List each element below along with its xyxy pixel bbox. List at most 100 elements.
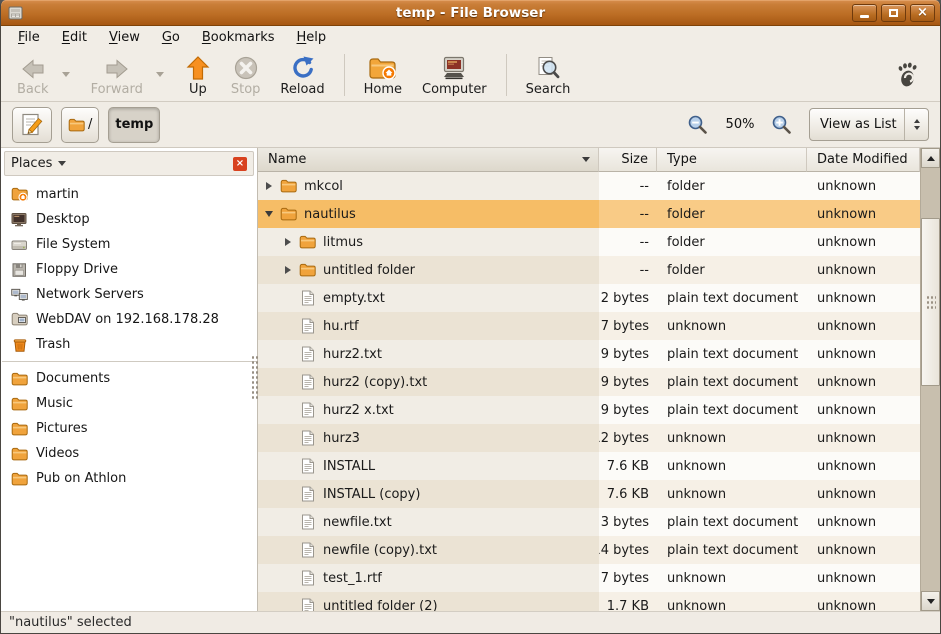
- file-date-modified: unknown: [807, 452, 920, 480]
- close-icon: ×: [917, 6, 928, 19]
- home-button[interactable]: Home: [354, 50, 412, 100]
- menu-bookmarks[interactable]: Bookmarks: [191, 28, 286, 47]
- file-name: INSTALL: [323, 459, 375, 474]
- sidebar-item-videos[interactable]: Videos: [1, 441, 257, 466]
- menu-file[interactable]: File: [7, 28, 51, 47]
- sidebar-item-trash[interactable]: Trash: [1, 332, 257, 357]
- forward-dropdown-button[interactable]: [153, 50, 167, 100]
- search-button[interactable]: Search: [516, 50, 581, 100]
- stop-button[interactable]: Stop: [221, 50, 271, 100]
- file-type: plain text document: [657, 340, 807, 368]
- sidebar-item-music[interactable]: Music: [1, 391, 257, 416]
- sidebar-item-documents[interactable]: Documents: [1, 366, 257, 391]
- scroll-up-button[interactable]: [921, 148, 940, 168]
- throbber: [894, 58, 922, 92]
- file-date-modified: unknown: [807, 368, 920, 396]
- sidebar-item-martin[interactable]: martin: [1, 182, 257, 207]
- titlebar[interactable]: temp - File Browser ×: [1, 0, 940, 26]
- expander-closed-icon[interactable]: [281, 266, 295, 274]
- column-header-date-modified[interactable]: Date Modified: [807, 148, 920, 172]
- menu-view[interactable]: View: [98, 28, 151, 47]
- file-icon: [298, 374, 317, 390]
- view-mode-select[interactable]: View as List: [809, 108, 929, 141]
- reload-button[interactable]: Reload: [270, 50, 334, 100]
- file-row-newfile-txt[interactable]: newfile.txt3 bytesplain text documentunk…: [258, 508, 920, 536]
- column-header-type[interactable]: Type: [657, 148, 807, 172]
- folder-icon: [279, 179, 298, 193]
- file-row-test-1-rtf[interactable]: test_1.rtf7 bytesunknownunknown: [258, 564, 920, 592]
- maximize-icon: [889, 9, 898, 17]
- sort-descending-icon: [582, 157, 590, 162]
- name-cell: hurz2 x.txt: [258, 396, 599, 424]
- sidebar-item-desktop[interactable]: Desktop: [1, 207, 257, 232]
- column-header-name[interactable]: Name: [258, 148, 599, 172]
- zoom-out-button[interactable]: [686, 113, 710, 137]
- expander-closed-icon[interactable]: [262, 182, 276, 190]
- file-name: hurz2 x.txt: [323, 403, 394, 418]
- file-row-untitled-folder[interactable]: untitled folder--folderunknown: [258, 256, 920, 284]
- path-root-label: /: [88, 117, 92, 132]
- forward-button[interactable]: Forward: [81, 50, 153, 100]
- file-row-hurz2-txt[interactable]: hurz2.txt9 bytesplain text documentunkno…: [258, 340, 920, 368]
- column-header-size[interactable]: Size: [599, 148, 657, 172]
- home-label: Home: [364, 82, 402, 97]
- close-sidebar-button[interactable]: ×: [233, 157, 247, 171]
- file-type: unknown: [657, 564, 807, 592]
- file-type: plain text document: [657, 508, 807, 536]
- up-button[interactable]: Up: [175, 50, 221, 100]
- sidebar-item-file-system[interactable]: File System: [1, 232, 257, 257]
- sidebar-item-webdav-on-192-168-178-28[interactable]: WebDAV on 192.168.178.28: [1, 307, 257, 332]
- file-name: nautilus: [304, 207, 356, 222]
- menu-go[interactable]: Go: [151, 28, 191, 47]
- zoom-out-icon: [687, 114, 709, 136]
- file-row-install-copy-[interactable]: INSTALL (copy)7.6 KBunknownunknown: [258, 480, 920, 508]
- zoom-in-button[interactable]: [770, 113, 794, 137]
- path-root-button[interactable]: /: [61, 107, 99, 143]
- file-row-untitled-folder-2-[interactable]: untitled folder (2)1.7 KBunknownunknown: [258, 592, 920, 611]
- menubar: FileEditViewGoBookmarksHelp: [1, 26, 940, 48]
- minimize-icon: [860, 15, 869, 18]
- file-row-mkcol[interactable]: mkcol--folderunknown: [258, 172, 920, 200]
- expander-open-icon[interactable]: [262, 211, 276, 217]
- sidebar-item-label: martin: [36, 187, 79, 202]
- file-row-hurz2-copy-txt[interactable]: hurz2 (copy).txt9 bytesplain text docume…: [258, 368, 920, 396]
- back-button[interactable]: Back: [7, 50, 59, 100]
- toolbar-separator: [344, 54, 345, 96]
- file-row-hurz3[interactable]: hurz312 bytesunknownunknown: [258, 424, 920, 452]
- minimize-button[interactable]: [852, 4, 877, 22]
- file-name: newfile (copy).txt: [323, 543, 437, 558]
- computer-button[interactable]: Computer: [412, 50, 497, 100]
- menu-edit[interactable]: Edit: [51, 28, 98, 47]
- sidebar-item-pictures[interactable]: Pictures: [1, 416, 257, 441]
- file-row-hurz2-x-txt[interactable]: hurz2 x.txt9 bytesplain text documentunk…: [258, 396, 920, 424]
- sidebar-item-floppy-drive[interactable]: Floppy Drive: [1, 257, 257, 282]
- name-cell: test_1.rtf: [258, 564, 599, 592]
- file-name: litmus: [323, 235, 363, 250]
- file-size: 7.6 KB: [599, 480, 657, 508]
- sidebar-item-network-servers[interactable]: Network Servers: [1, 282, 257, 307]
- file-row-empty-txt[interactable]: empty.txt2 bytesplain text documentunkno…: [258, 284, 920, 312]
- file-row-hu-rtf[interactable]: hu.rtf7 bytesunknownunknown: [258, 312, 920, 340]
- pane-resize-handle[interactable]: [250, 354, 258, 400]
- path-current-button[interactable]: temp: [108, 107, 160, 143]
- vertical-scrollbar[interactable]: [920, 148, 940, 611]
- up-label: Up: [189, 82, 207, 97]
- back-dropdown-button[interactable]: [59, 50, 73, 100]
- file-name: hurz3: [323, 431, 360, 446]
- path-current-label: temp: [115, 117, 153, 132]
- sidebar-item-pub-on-athlon[interactable]: Pub on Athlon: [1, 466, 257, 491]
- scroll-down-button[interactable]: [921, 591, 940, 611]
- file-row-litmus[interactable]: litmus--folderunknown: [258, 228, 920, 256]
- sidebar-item-label: Music: [36, 396, 73, 411]
- file-row-nautilus[interactable]: nautilus--folderunknown: [258, 200, 920, 228]
- close-button[interactable]: ×: [910, 4, 935, 22]
- expander-closed-icon[interactable]: [281, 238, 295, 246]
- maximize-button[interactable]: [881, 4, 906, 22]
- scrollbar-thumb[interactable]: [921, 218, 940, 386]
- toggle-location-entry-button[interactable]: [12, 107, 52, 143]
- file-row-newfile-copy-txt[interactable]: newfile (copy).txt14 bytesplain text doc…: [258, 536, 920, 564]
- places-header[interactable]: Places ×: [4, 151, 254, 176]
- menu-help[interactable]: Help: [286, 28, 338, 47]
- file-row-install[interactable]: INSTALL7.6 KBunknownunknown: [258, 452, 920, 480]
- arrow-up-icon: [927, 156, 935, 161]
